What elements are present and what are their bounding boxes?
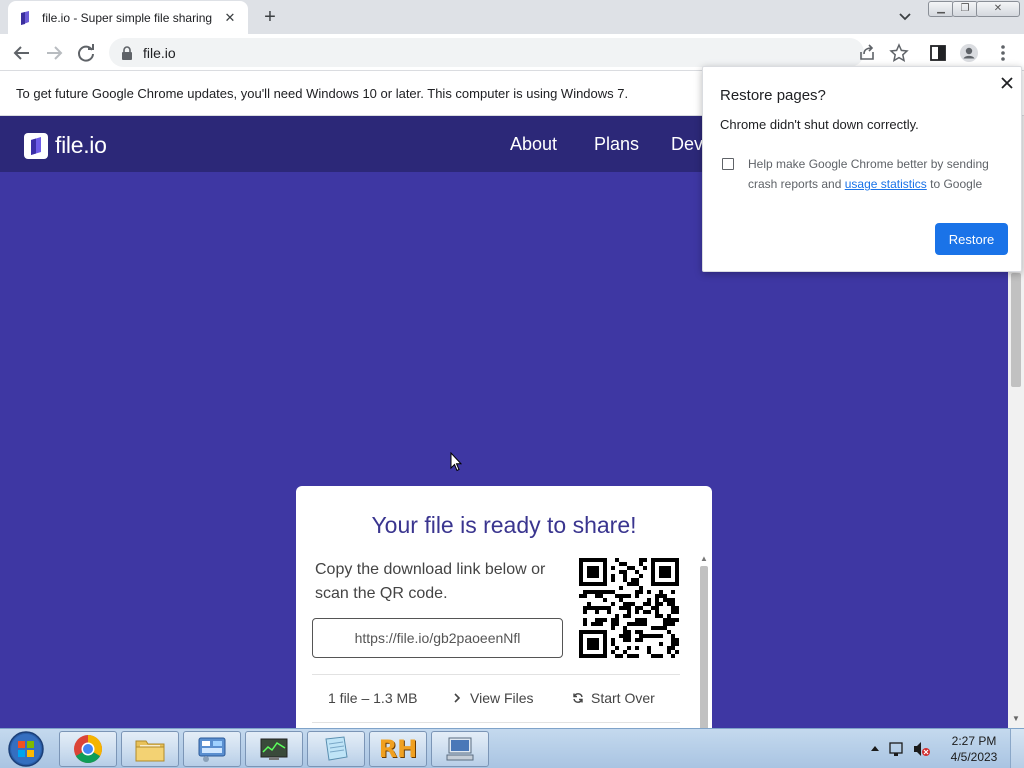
- computer-icon: [446, 737, 474, 761]
- bookmark-star-icon[interactable]: [889, 43, 909, 63]
- url-text: file.io: [143, 44, 176, 61]
- tab-strip: file.io - Super simple file sharing ✕ + …: [0, 0, 1024, 34]
- new-tab-icon[interactable]: +: [258, 6, 282, 28]
- windows-taskbar: RH 2:27 PM 4/5/2023: [0, 728, 1024, 768]
- tab-file-io[interactable]: file.io - Super simple file sharing ✕: [8, 1, 248, 34]
- dialog-message: Chrome didn't shut down correctly.: [720, 117, 919, 132]
- nav-dev[interactable]: Dev: [671, 134, 703, 155]
- chrome-icon: [74, 735, 102, 763]
- file-info-text: 1 file – 1.3 MB: [328, 690, 418, 706]
- tab-title: file.io - Super simple file sharing: [42, 10, 213, 25]
- taskbar-remote-app[interactable]: [431, 731, 489, 767]
- start-over-label: Start Over: [591, 690, 655, 706]
- logo-text: file.io: [55, 132, 107, 158]
- network-icon: [889, 742, 903, 754]
- qr-code-image: [579, 558, 679, 658]
- taskbar-clock[interactable]: 2:27 PM 4/5/2023: [944, 733, 1004, 765]
- file-io-favicon-icon: [21, 10, 29, 25]
- download-link-input[interactable]: [312, 618, 563, 658]
- checkbox-label: Help make Google Chrome better by sendin…: [748, 157, 989, 171]
- minimize-button[interactable]: ▁: [928, 1, 954, 17]
- mouse-cursor-icon: [450, 452, 462, 472]
- nav-about[interactable]: About: [510, 134, 557, 155]
- card-scrollbar[interactable]: ▲: [698, 552, 710, 728]
- dialog-title: Restore pages?: [720, 87, 826, 104]
- rh-app-label: RH: [378, 735, 418, 763]
- page-scroll-thumb[interactable]: [1011, 273, 1021, 387]
- reload-icon[interactable]: [75, 42, 97, 64]
- profile-avatar-icon[interactable]: [959, 43, 979, 63]
- control-panel-icon: [198, 737, 226, 762]
- start-over-link[interactable]: Start Over: [572, 690, 655, 706]
- checkbox-label-line2: crash reports and usage statistics to Go…: [748, 177, 982, 191]
- chevron-right-icon: [454, 693, 461, 703]
- restore-button[interactable]: Restore: [935, 223, 1008, 255]
- share-card: Your file is ready to share! Copy the do…: [296, 486, 712, 728]
- view-files-link[interactable]: View Files: [451, 690, 534, 706]
- taskbar-notepad[interactable]: [307, 731, 365, 767]
- infobar-message: To get future Google Chrome updates, you…: [16, 86, 629, 101]
- card-heading: Your file is ready to share!: [371, 512, 637, 538]
- kebab-menu-icon[interactable]: [993, 43, 1013, 63]
- taskbar-resource-monitor[interactable]: [245, 731, 303, 767]
- checkbox-label-suffix: to Google: [930, 177, 983, 191]
- file-io-logo-icon: [24, 132, 48, 159]
- close-icon[interactable]: [999, 75, 1015, 91]
- chevron-down-icon[interactable]: [896, 8, 914, 26]
- notepad-icon: [325, 736, 348, 761]
- volume-muted-icon: [914, 742, 921, 756]
- divider: [312, 722, 680, 723]
- view-files-label: View Files: [470, 690, 534, 706]
- show-desktop-button[interactable]: [1010, 729, 1024, 768]
- taskbar-file-explorer[interactable]: [121, 731, 179, 767]
- maximize-button[interactable]: ❐: [952, 1, 978, 17]
- taskbar-control-panel[interactable]: [183, 731, 241, 767]
- crash-report-checkbox[interactable]: [722, 158, 734, 170]
- share-icon[interactable]: [857, 43, 877, 63]
- forward-arrow-icon[interactable]: [43, 42, 65, 64]
- windows-start-icon[interactable]: [6, 730, 46, 768]
- refresh-icon: [573, 693, 583, 703]
- back-arrow-icon[interactable]: [11, 42, 33, 64]
- taskbar-chrome[interactable]: [59, 731, 117, 767]
- clock-date: 4/5/2023: [950, 750, 998, 764]
- close-tab-icon[interactable]: ✕: [222, 10, 238, 26]
- card-description: Copy the download link below or scan the…: [315, 561, 546, 602]
- usage-statistics-link[interactable]: usage statistics: [845, 177, 927, 191]
- clock-time: 2:27 PM: [951, 734, 997, 748]
- show-hidden-icons-icon: [871, 746, 879, 751]
- lock-icon: [122, 45, 132, 60]
- address-bar[interactable]: file.io: [109, 38, 864, 67]
- close-window-button[interactable]: ✕: [976, 1, 1020, 17]
- scroll-down-icon[interactable]: ▼: [1012, 714, 1020, 723]
- checkbox-label-prefix: crash reports and: [748, 177, 842, 191]
- site-logo[interactable]: file.io: [24, 132, 107, 159]
- restore-pages-dialog: Restore pages? Chrome didn't shut down c…: [702, 66, 1022, 272]
- monitor-icon: [260, 738, 288, 760]
- taskbar-resource-hacker[interactable]: RH: [369, 731, 427, 767]
- scroll-up-icon[interactable]: ▲: [700, 554, 708, 563]
- side-panel-icon[interactable]: [928, 43, 948, 63]
- folder-icon: [135, 740, 165, 762]
- system-tray[interactable]: [866, 739, 936, 759]
- divider: [312, 674, 680, 675]
- nav-plans[interactable]: Plans: [594, 134, 639, 155]
- card-scroll-thumb[interactable]: [700, 566, 708, 728]
